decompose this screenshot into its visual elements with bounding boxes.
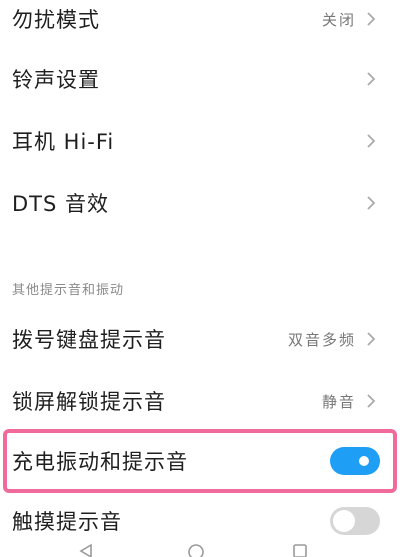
chevron-right-icon [364,329,378,349]
row-label: 勿扰模式 [12,8,100,32]
settings-row-hifi[interactable]: 耳机 Hi-Fi [0,110,400,172]
back-triangle-icon[interactable] [78,543,94,557]
chevron-right-icon [364,193,378,213]
settings-row-lockscreen[interactable]: 锁屏解锁提示音 静音 [0,370,400,432]
settings-row-ringtone[interactable]: 铃声设置 [0,48,400,110]
section-header: 其他提示音和振动 [12,283,125,298]
row-label: 锁屏解锁提示音 [12,390,166,414]
row-label: 耳机 Hi-Fi [12,130,115,154]
touch-toggle[interactable] [330,507,380,535]
chevron-right-icon [364,69,378,89]
row-value: 双音多频 [287,330,356,349]
settings-row-dialpad[interactable]: 拨号键盘提示音 双音多频 [0,308,400,370]
row-label: 拨号键盘提示音 [12,328,166,352]
row-label: 触摸提示音 [12,510,122,534]
row-value: 静音 [321,392,356,411]
navigation-bar [0,537,400,557]
chevron-right-icon [364,9,378,29]
settings-screen: 勿扰模式 关闭 铃声设置 耳机 Hi-Fi DTS 音效 其他提示音和振动 拨号… [0,0,400,557]
settings-row-dts[interactable]: DTS 音效 [0,172,400,234]
row-label: 铃声设置 [12,68,100,92]
highlight-box [3,429,397,493]
chevron-right-icon [364,131,378,151]
recent-square-icon[interactable] [292,543,308,557]
toggle-knob [333,510,355,532]
row-label: DTS 音效 [12,192,110,216]
chevron-right-icon [364,391,378,411]
home-circle-icon[interactable] [187,543,205,557]
row-value: 关闭 [321,10,356,29]
settings-row-dnd[interactable]: 勿扰模式 关闭 [0,0,400,50]
